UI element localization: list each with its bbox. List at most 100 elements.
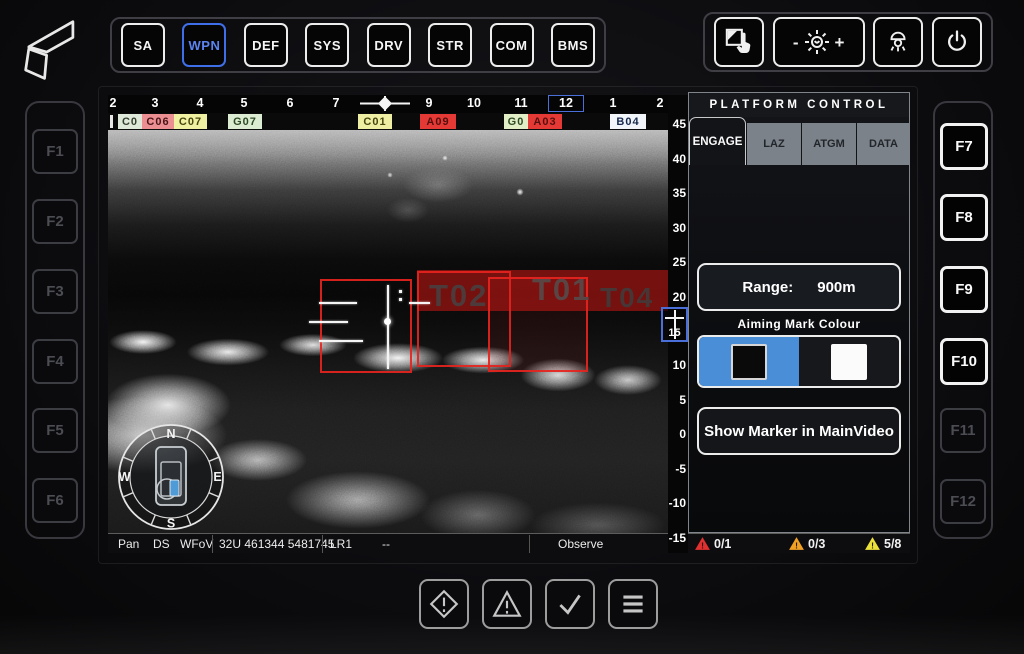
compass-west-label: W: [119, 470, 131, 484]
svg-text:!: !: [795, 540, 798, 550]
elevation-value: 5: [668, 393, 686, 407]
brightness-control[interactable]: - +: [773, 17, 865, 67]
designation-chip[interactable]: C01: [358, 114, 392, 129]
azimuth-tick: 4: [197, 96, 204, 110]
nav-button-sa[interactable]: SA: [121, 23, 165, 67]
elevation-value: 20: [668, 290, 686, 304]
designation-chip[interactable]: A09: [420, 114, 456, 129]
aiming-box[interactable]: [320, 279, 412, 373]
aiming-colour-black-option[interactable]: [699, 337, 799, 386]
fkey-f4[interactable]: F4: [32, 339, 78, 384]
range-value: 900m: [817, 279, 855, 296]
menu-list-icon: [617, 588, 649, 620]
elevation-value: 25: [668, 255, 686, 269]
panel-lamp-icon: [883, 27, 913, 57]
fkey-f8[interactable]: F8: [940, 194, 988, 241]
fkey-f3[interactable]: F3: [32, 269, 78, 314]
aiming-mark-colour-selector: [697, 335, 901, 388]
touch-toggle-button[interactable]: [714, 17, 764, 67]
platform-control-panel: PLATFORM CONTROL ENGAGE LAZ ATGM DATA Ra…: [688, 92, 910, 533]
fkey-f10[interactable]: F10: [940, 338, 988, 385]
svg-text:!: !: [701, 540, 704, 550]
warning-status-bar: ! 0/1 ! 0/3 ! 5/8: [688, 533, 910, 553]
azimuth-scale: 2 3 4 5 6 7 9 10 11 12 1 2: [108, 95, 668, 113]
aiming-colour-white-option[interactable]: [799, 337, 899, 386]
fkey-f7[interactable]: F7: [940, 123, 988, 170]
designation-cursor: [110, 115, 113, 128]
alert-diamond-icon: [428, 588, 460, 620]
system-control-bar: - +: [703, 12, 993, 72]
caution-warning-item[interactable]: ! 0/3: [788, 536, 825, 551]
brightness-plus[interactable]: +: [835, 34, 845, 51]
show-marker-button[interactable]: Show Marker in MainVideo: [697, 407, 901, 455]
reticle-line: [309, 321, 348, 323]
panel-lamp-button[interactable]: [873, 17, 923, 67]
azimuth-tick: 2: [110, 96, 117, 110]
designation-chip[interactable]: B04: [610, 114, 646, 129]
azimuth-tick: 10: [467, 96, 481, 110]
elevation-value: 10: [668, 358, 686, 372]
error-warning-item[interactable]: ! 0/1: [694, 536, 731, 551]
elevation-value: -10: [668, 496, 686, 510]
azimuth-tick: 6: [287, 96, 294, 110]
power-button[interactable]: [932, 17, 982, 67]
nav-button-sys[interactable]: SYS: [305, 23, 349, 67]
elevation-value: 0: [668, 427, 686, 441]
nav-button-com[interactable]: COM: [490, 23, 534, 67]
black-colour-swatch: [731, 344, 767, 380]
menu-button[interactable]: [608, 579, 658, 629]
main-menu-bar: SA WPN DEF SYS DRV STR COM BMS: [110, 17, 606, 73]
nav-button-str[interactable]: STR: [428, 23, 472, 67]
advisory-count: 5/8: [884, 537, 901, 551]
azimuth-tick: 7: [333, 96, 340, 110]
status-grid-coordinates: 32U 461344 5481745: [219, 537, 334, 551]
video-status-bar: Pan DS WFoV 32U 461344 5481745 LR1 -- Ob…: [108, 533, 668, 553]
designation-chip[interactable]: C06: [142, 114, 174, 129]
status-range-dash: --: [382, 537, 390, 551]
brightness-minus[interactable]: -: [793, 34, 799, 51]
fkey-f9[interactable]: F9: [940, 266, 988, 313]
target-label-t02: T02: [429, 280, 488, 311]
alert-acknowledge-button[interactable]: [419, 579, 469, 629]
sight-video-view[interactable]: 2 3 4 5 6 7 9 10 11 12 1 2 C0 C06 C07 G: [108, 95, 668, 553]
nav-button-wpn[interactable]: WPN: [182, 23, 226, 67]
elevation-value: 40: [668, 152, 686, 166]
caution-count: 0/3: [808, 537, 825, 551]
aiming-mark-colour-label: Aiming Mark Colour: [689, 317, 909, 331]
status-sensor: DS: [153, 537, 170, 551]
status-fov: WFoV: [180, 537, 213, 551]
tab-engage[interactable]: ENGAGE: [689, 117, 746, 165]
elevation-scale: 45 40 35 30 25 20 10 5 0 -5 -10 -15 15: [668, 95, 688, 553]
warning-list-button[interactable]: [482, 579, 532, 629]
brand-logo: [12, 8, 96, 92]
nav-button-drv[interactable]: DRV: [367, 23, 411, 67]
tab-laz[interactable]: LAZ: [747, 123, 801, 165]
tab-data[interactable]: DATA: [857, 123, 910, 165]
range-button[interactable]: Range: 900m: [697, 263, 901, 311]
fkey-f1[interactable]: F1: [32, 129, 78, 174]
panel-title: PLATFORM CONTROL: [689, 93, 909, 117]
fkey-f11[interactable]: F11: [940, 408, 986, 453]
azimuth-selected-box: [548, 95, 584, 112]
vehicle-hull-icon: [156, 447, 186, 505]
tab-atgm[interactable]: ATGM: [802, 123, 856, 165]
reticle-center-dot: [384, 318, 391, 325]
fkey-f6[interactable]: F6: [32, 478, 78, 523]
touch-toggle-icon: [724, 27, 754, 57]
nav-button-def[interactable]: DEF: [244, 23, 288, 67]
designation-chip[interactable]: G0: [504, 114, 528, 129]
fkey-f12[interactable]: F12: [940, 479, 986, 524]
confirm-check-icon: [554, 588, 586, 620]
fkey-f2[interactable]: F2: [32, 199, 78, 244]
reticle-vertical-line: [387, 285, 389, 369]
designation-chip[interactable]: C07: [174, 114, 207, 129]
advisory-warning-item[interactable]: ! 5/8: [864, 536, 901, 551]
status-divider: [212, 535, 213, 553]
designation-chip[interactable]: G07: [228, 114, 262, 129]
confirm-button[interactable]: [545, 579, 595, 629]
designation-chip[interactable]: A03: [528, 114, 562, 129]
designation-chip[interactable]: C0: [118, 114, 142, 129]
nav-button-bms[interactable]: BMS: [551, 23, 595, 67]
range-label: Range:: [742, 279, 793, 296]
fkey-f5[interactable]: F5: [32, 408, 78, 453]
